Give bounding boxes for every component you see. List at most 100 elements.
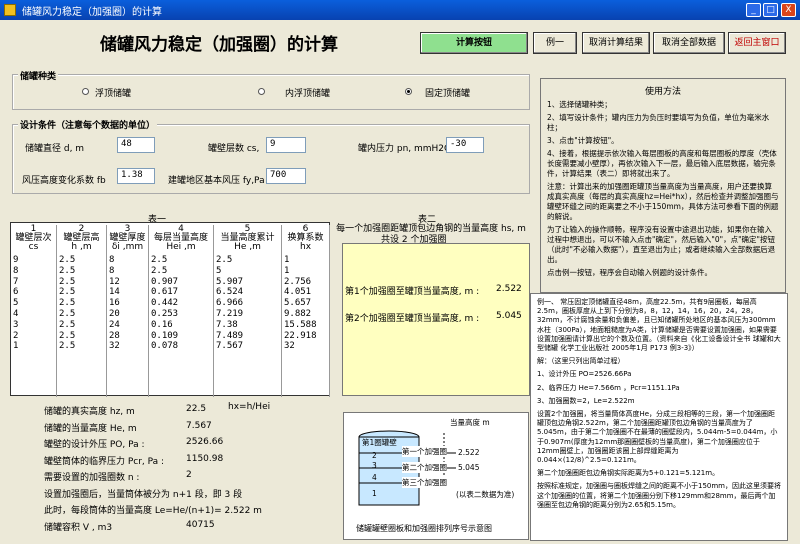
radio-floating-roof-label: 浮顶储罐 [95, 89, 132, 99]
diagram-height-label: 当量高度 m [450, 418, 490, 427]
table-one-cell: 9.882 [284, 308, 312, 319]
table-one-header-1-line-3: cs [28, 242, 39, 252]
minimize-button[interactable]: _ [746, 3, 761, 17]
table-one-cell: 6.966 [216, 298, 244, 309]
example-line: 例一、 常压固定顶储罐直径48m，高度22.5m，共有9层圈板，每层高2.5m，… [537, 298, 781, 353]
table-one-column-5[interactable]: 2.5 5 5.907 6.524 6.966 7.219 7.38 7.489 7.567 [216, 255, 282, 352]
base-wind-label: 建罐地区基本风压 fy,Pa [168, 176, 265, 186]
table-one-cell: 2.5 [59, 265, 76, 276]
result-row: 设置加强圈后，当量筒体被分为 n+1 段，即 3 段 [44, 487, 334, 504]
result-value: 7.567 [186, 420, 212, 431]
table-one-column-6[interactable]: 1 1 2.756 4.051 5.657 9.882 15.588 22.918 32 [284, 255, 330, 352]
close-button[interactable]: X [781, 3, 796, 17]
table-one-cell: 16 [109, 298, 120, 309]
table-one-cell: 0.617 [151, 287, 179, 298]
table-one-cell: 2.5 [59, 308, 76, 319]
clear-all-button[interactable]: 取消全部数据 [653, 32, 725, 54]
table-one-cell: 14 [109, 287, 120, 298]
table-one-cell: 0.16 [151, 319, 173, 330]
table-one-cell: 2.5 [151, 255, 168, 265]
table-one-cell: 3 [13, 319, 19, 330]
help-panel: 使用方法 1、选择储罐种类； 2、填写设计条件；罐内压力为负压时要填写为负值，单位… [540, 78, 786, 293]
result-value: 40715 [186, 519, 215, 530]
back-to-main-button[interactable]: 返回主窗口 [728, 32, 786, 54]
result-row: 罐壁的设计外压 PO, Pa : 2526.66 [44, 437, 334, 454]
table-one-cell: 0.109 [151, 330, 179, 341]
example-line: 2、临界压力 He=7.566m ，Pcr=1151.1Pa [537, 383, 680, 392]
table-two-row-1-label: 第1个加强圈至罐顶当量高度, m : [345, 287, 480, 297]
table-one-cell: 2.5 [151, 265, 168, 276]
table-one-cell: 9 [13, 255, 19, 265]
diagram-layer-3: 3 [372, 461, 377, 470]
table-one-cell: 7.567 [216, 341, 244, 352]
table-one-header-4-line-3: Hei ,m [166, 242, 196, 252]
radio-internal-floating-roof[interactable] [258, 88, 265, 95]
wind-coef-input[interactable]: 1.38 [117, 168, 155, 184]
layers-input[interactable]: 9 [266, 137, 306, 153]
table-one-cell: 7.489 [216, 330, 244, 341]
table-one-cell: 28 [109, 330, 120, 341]
tank-type-label: 储罐种类 [18, 69, 59, 82]
table-one-cell: 2.5 [59, 255, 76, 265]
result-value: 1150.98 [186, 453, 224, 464]
calculate-button[interactable]: 计算按钮 [420, 32, 528, 54]
clear-results-button[interactable]: 取消计算结果 [582, 32, 650, 54]
result-row: 储罐的真实高度 hz, m 22.5 [44, 404, 334, 421]
example-line: 1、设计外压 PO=2526.66Pa [537, 370, 632, 379]
wind-coef-label: 风压高度变化系数 fb [22, 176, 106, 186]
page-title: 储罐风力稳定（加强圈）的计算 [100, 35, 338, 55]
result-value: 22.5 [186, 404, 207, 414]
example-one-button[interactable]: 例一 [533, 32, 577, 54]
result-row: 此时，每段筒体的当量高度 Le=He/(n+1)= 2.522 m [44, 503, 334, 520]
table-two-row-2-value: 5.045 [496, 311, 522, 321]
table-one-cell: 4 [13, 308, 19, 319]
table-one-header-3-line-3: δi ,mm [111, 242, 144, 252]
result-value: 2526.66 [186, 437, 224, 447]
example-line: 设置2个加强圈，将当量筒体高度He，分成三段相等的三段，第一个加强圈距罐顶包边角… [537, 410, 778, 465]
diagram-value-2: 5.045 [458, 463, 480, 472]
help-line: 注意：计算出来的加强圈距罐顶当量高度为当量高度，用户还要换算成真实高度（每层的真… [547, 182, 779, 221]
help-line: 3、点击"计算按钮"。 [547, 136, 619, 145]
radio-floating-roof[interactable] [82, 88, 89, 95]
radio-fixed-roof[interactable] [405, 88, 412, 95]
diagram-ring-1: 第一个加强圈 [402, 446, 447, 457]
help-line: 为了让输入的操作顺畅，程序没有设置中途退出功能，如果你在输入过程中想退出，可以不… [547, 225, 776, 264]
result-row: 储罐容积 V , m3 40715 [44, 520, 334, 537]
pressure-input[interactable]: -30 [446, 137, 484, 153]
help-title: 使用方法 [644, 87, 681, 97]
table-one-column-4[interactable]: 2.5 2.5 0.907 0.617 0.442 0.253 0.16 0.109 0.078 [151, 255, 214, 352]
diagram-ring-3: 第三个加强圈 [402, 477, 447, 488]
window-title: 储罐风力稳定（加强圈）的计算 [22, 7, 162, 18]
diagram-layer-4: 4 [372, 473, 377, 482]
help-line: 1、选择储罐种类； [547, 100, 612, 109]
example-line: 第二个加强圈距包边角钢实际距离为5+0.121=5.121m。 [537, 469, 720, 478]
table-one-cell: 8 [13, 265, 19, 276]
result-label: 设置加强圈后，当量筒体被分为 n+1 段，即 3 段 [44, 489, 243, 500]
table-one-cell: 4.051 [284, 287, 312, 298]
table-two-row-2-label: 第2个加强圈至罐顶当量高度, m : [345, 314, 480, 324]
table-one-cell: 7 [13, 276, 19, 287]
base-wind-input[interactable]: 700 [266, 168, 306, 184]
radio-fixed-roof-label: 固定顶储罐 [425, 89, 471, 99]
table-one-cell: 5.657 [284, 298, 312, 309]
pressure-label: 罐内压力 pn, mmH2O [358, 144, 452, 154]
table-one-cell: 32 [284, 341, 295, 352]
table-one-cell: 2.5 [59, 276, 76, 287]
tank-diagram: 当量高度 m 第1圈罐壁 2 3 4 1 第一个加强圈 第二个加强圈 第三个加强… [343, 412, 529, 540]
result-label: 储罐的真实高度 hz, m [44, 407, 135, 417]
table-one-column-1[interactable]: 987654321 [13, 255, 57, 352]
table-one-column-3[interactable]: 8 8 12 14 16 20 24 28 32 [109, 255, 149, 352]
table-one-cell: 0.442 [151, 298, 179, 309]
result-label: 此时，每段筒体的当量高度 Le=He/(n+1)= 2.522 m [44, 506, 262, 516]
table-one-cell: 15.588 [284, 319, 317, 330]
table-one-cell: 2 [13, 330, 19, 341]
table-one-cell: 20 [109, 308, 120, 319]
maximize-button[interactable]: □ [763, 3, 778, 17]
diagram-tank-label: 第1圈罐壁 [362, 438, 397, 447]
table-one-cell: 8 [109, 265, 115, 276]
table-one-column-2[interactable]: 2.5 2.5 2.5 2.5 2.5 2.5 2.5 2.5 2.5 [59, 255, 107, 352]
table-one-cell: 5 [13, 298, 19, 309]
diameter-input[interactable]: 48 [117, 137, 155, 153]
table-one-cell: 2.5 [216, 255, 233, 265]
table-one-cell: 0.078 [151, 341, 179, 352]
